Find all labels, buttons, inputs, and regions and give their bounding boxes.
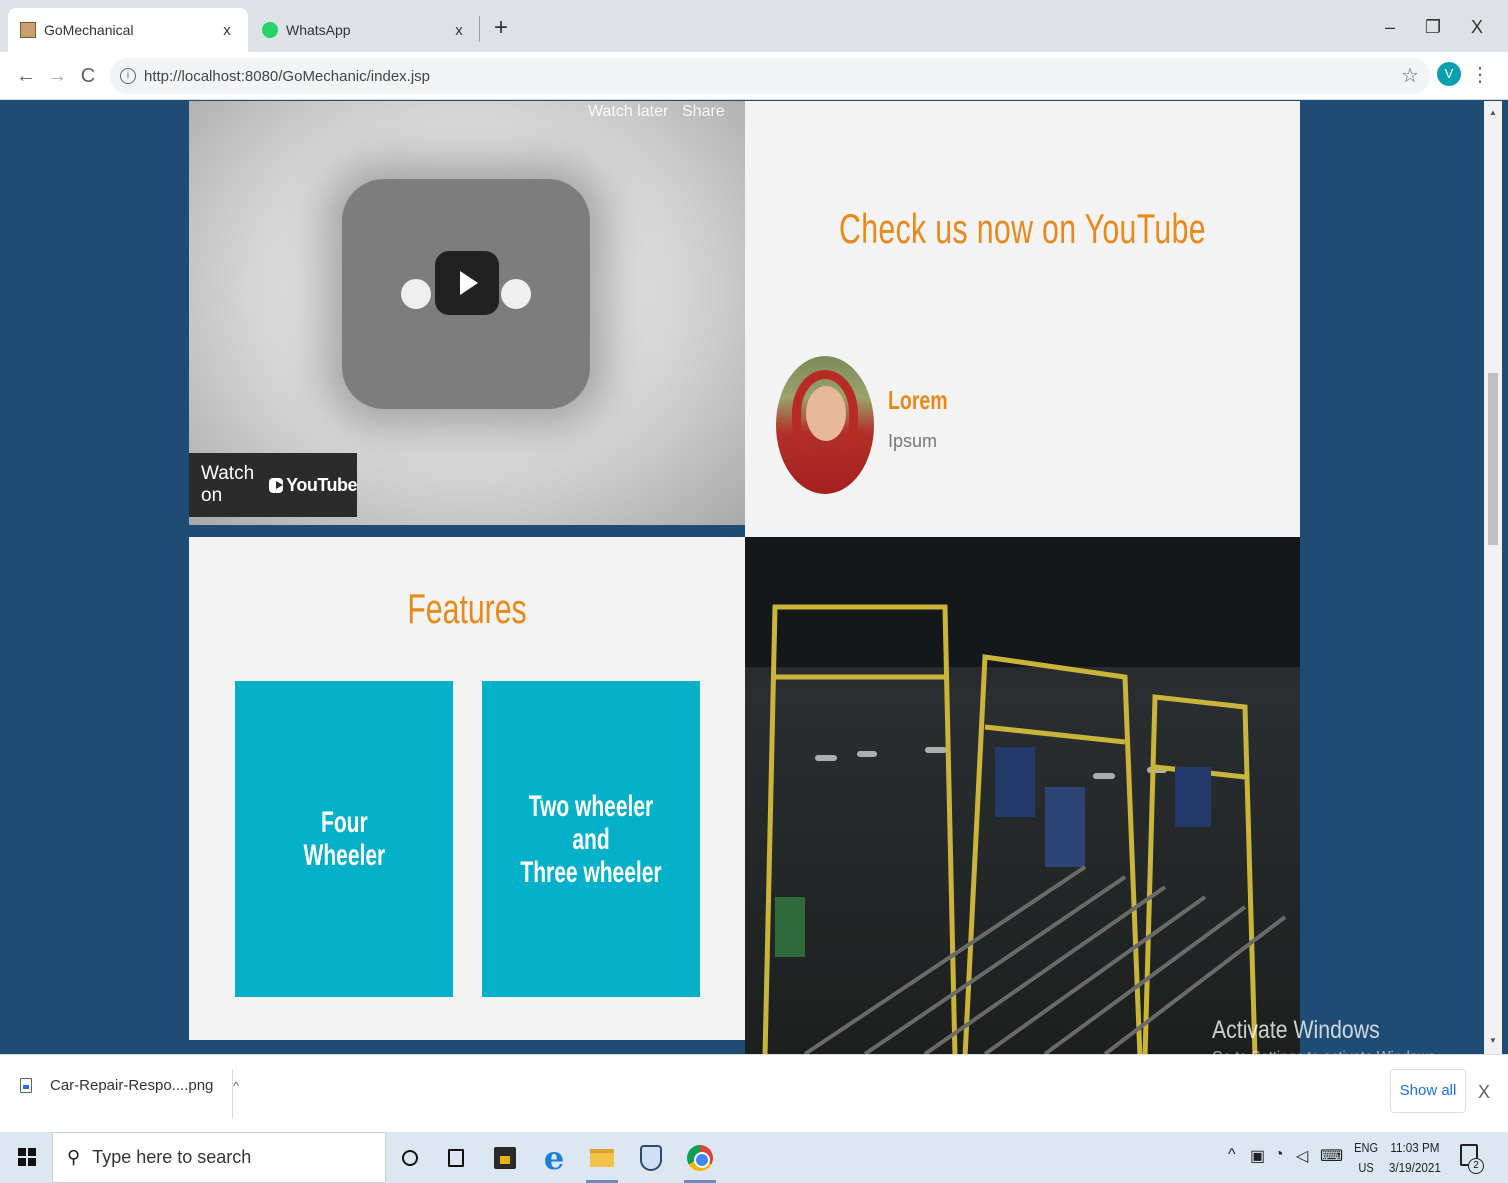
notification-count-badge: 2 bbox=[1468, 1158, 1484, 1174]
search-placeholder: Type here to search bbox=[92, 1147, 252, 1167]
chrome-icon bbox=[687, 1145, 713, 1171]
feature-card-label: Four Wheeler bbox=[303, 806, 385, 872]
bookmark-star-icon[interactable]: ☆ bbox=[1396, 62, 1424, 90]
features-section: Features Four Wheeler Two wheeler and Th… bbox=[189, 537, 745, 1040]
tab-whatsapp[interactable]: WhatsApp x bbox=[250, 8, 480, 52]
address-bar[interactable]: i http://localhost:8080/GoMechanic/index… bbox=[110, 58, 1430, 94]
youtube-logo-icon bbox=[269, 477, 284, 493]
download-options-chevron-icon[interactable]: ^ bbox=[233, 1079, 239, 1093]
clock-date: 3/19/2021 bbox=[1388, 1160, 1441, 1175]
testimonial-avatar bbox=[776, 356, 874, 494]
watch-later-button[interactable]: Watch later bbox=[588, 103, 668, 121]
tray-network-icon[interactable]: ▣ bbox=[1250, 1146, 1265, 1166]
scroll-up-icon[interactable]: ▲ bbox=[1484, 105, 1502, 121]
feature-card-two-three-wheeler[interactable]: Two wheeler and Three wheeler bbox=[482, 681, 700, 997]
browser-toolbar: ← → C i http://localhost:8080/GoMechanic… bbox=[0, 52, 1508, 100]
search-icon: ⚲ bbox=[67, 1147, 81, 1167]
tab-separator bbox=[479, 16, 480, 42]
gomechanical-favicon-icon bbox=[20, 22, 36, 38]
whatsapp-favicon-icon bbox=[262, 22, 278, 38]
download-item[interactable]: Car-Repair-Respo....png ^ bbox=[20, 1077, 239, 1094]
url-text: http://localhost:8080/GoMechanic/index.j… bbox=[144, 67, 431, 85]
close-download-shelf-icon[interactable]: X bbox=[1474, 1080, 1494, 1104]
feature-card-label: Two wheeler and Three wheeler bbox=[520, 789, 662, 889]
wifi-icon[interactable]: ◔ bbox=[1274, 1146, 1284, 1164]
back-button[interactable]: ← bbox=[12, 62, 40, 90]
profile-avatar-button[interactable]: V bbox=[1437, 62, 1461, 86]
scrollbar-thumb[interactable] bbox=[1488, 373, 1498, 545]
clock-time: 11:03 PM bbox=[1390, 1140, 1440, 1155]
watch-on-label: Watch on bbox=[201, 463, 255, 506]
testimonial-subtitle: Ipsum bbox=[888, 431, 938, 451]
feature-card-four-wheeler[interactable]: Four Wheeler bbox=[235, 681, 453, 997]
download-separator bbox=[232, 1069, 233, 1119]
tray-overflow-chevron-icon[interactable]: ^ bbox=[1228, 1146, 1236, 1164]
volume-icon[interactable]: ◁ bbox=[1296, 1146, 1308, 1166]
language-code: ENG bbox=[1354, 1140, 1379, 1155]
windows-taskbar: ⚲ Type here to search e ^ ▣ ◔ ◁ ⌨ ENG US… bbox=[0, 1132, 1508, 1183]
download-filename: Car-Repair-Respo....png bbox=[50, 1077, 214, 1094]
factory-photo bbox=[745, 537, 1300, 1054]
folder-icon bbox=[590, 1149, 614, 1167]
tab-gomechanical[interactable]: GoMechanical x bbox=[8, 8, 248, 52]
reload-button[interactable]: C bbox=[74, 62, 102, 90]
youtube-promo-section: Check us now on YouTube Lorem Ipsum bbox=[745, 101, 1300, 537]
share-button[interactable]: Share bbox=[682, 103, 725, 121]
task-view-button[interactable] bbox=[438, 1140, 474, 1176]
edge-button[interactable]: e bbox=[536, 1140, 572, 1176]
store-button[interactable] bbox=[487, 1140, 523, 1176]
input-language[interactable]: ENG US bbox=[1354, 1138, 1378, 1178]
forward-button[interactable]: → bbox=[43, 62, 71, 90]
file-explorer-button[interactable] bbox=[584, 1140, 620, 1183]
start-button[interactable] bbox=[0, 1132, 52, 1183]
youtube-embed[interactable]: Watch later Share Watch on YouTube bbox=[189, 101, 745, 525]
browser-menu-icon[interactable]: ⋮ bbox=[1470, 62, 1490, 88]
play-button[interactable] bbox=[435, 251, 499, 315]
cortana-icon bbox=[402, 1150, 418, 1166]
tab-close-icon[interactable]: x bbox=[450, 22, 468, 39]
features-title: Features bbox=[407, 585, 527, 632]
show-all-downloads-button[interactable]: Show all bbox=[1390, 1069, 1466, 1113]
chrome-button[interactable] bbox=[682, 1140, 718, 1183]
store-icon bbox=[494, 1147, 516, 1169]
page-viewport: Watch later Share Watch on YouTube Check… bbox=[4, 101, 1484, 1054]
scroll-down-icon[interactable]: ▼ bbox=[1484, 1033, 1502, 1049]
new-tab-button[interactable]: + bbox=[488, 13, 514, 43]
tab-close-icon[interactable]: x bbox=[218, 22, 236, 39]
promo-title: Check us now on YouTube bbox=[839, 205, 1206, 252]
taskbar-search-box[interactable]: ⚲ Type here to search bbox=[52, 1132, 386, 1183]
site-info-icon[interactable]: i bbox=[120, 68, 136, 84]
task-view-icon bbox=[448, 1149, 464, 1167]
system-clock[interactable]: 11:03 PM 3/19/2021 bbox=[1389, 1138, 1441, 1178]
factory-photo-illustration bbox=[745, 537, 1300, 1054]
thumbnail-dot-left bbox=[401, 279, 431, 309]
testimonial-name: Lorem bbox=[888, 385, 948, 415]
watermark-title: Activate Windows bbox=[1212, 1016, 1380, 1044]
page-scrollbar[interactable]: ▲ ▼ bbox=[1484, 101, 1502, 1054]
image-file-icon bbox=[20, 1078, 32, 1093]
edge-icon: e bbox=[543, 1139, 565, 1177]
close-window-button[interactable]: X bbox=[1462, 12, 1492, 42]
minimize-button[interactable]: – bbox=[1375, 12, 1405, 42]
tab-label: GoMechanical bbox=[44, 22, 134, 38]
shield-icon bbox=[640, 1145, 662, 1171]
watch-on-youtube-button[interactable]: Watch on YouTube bbox=[189, 453, 357, 517]
maximize-button[interactable]: ❐ bbox=[1418, 12, 1448, 42]
windows-logo-icon bbox=[18, 1148, 36, 1166]
browser-tab-bar: GoMechanical x WhatsApp x + – ❐ X bbox=[0, 0, 1508, 52]
cortana-button[interactable] bbox=[392, 1140, 428, 1176]
thumbnail-dot-right bbox=[501, 279, 531, 309]
keyboard-icon[interactable]: ⌨ bbox=[1320, 1146, 1343, 1166]
download-shelf: Car-Repair-Respo....png ^ Show all X bbox=[0, 1054, 1508, 1132]
region-code: US bbox=[1358, 1160, 1374, 1175]
avatar-face bbox=[806, 386, 846, 441]
security-app-button[interactable] bbox=[633, 1140, 669, 1176]
tab-label: WhatsApp bbox=[286, 22, 351, 38]
play-icon bbox=[460, 271, 478, 295]
youtube-wordmark: YouTube bbox=[286, 474, 357, 495]
